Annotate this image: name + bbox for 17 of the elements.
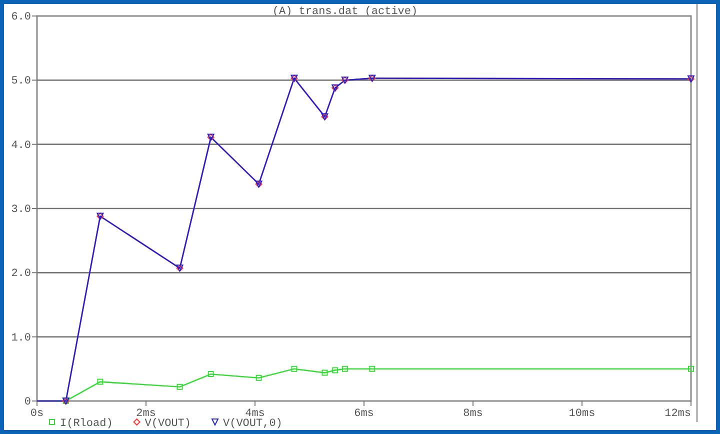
y-tick-label: 1.0: [11, 332, 31, 344]
legend-label: V(VOUT,0): [223, 418, 282, 430]
y-tick-label: 3.0: [11, 204, 31, 216]
x-tick-label: 6ms: [354, 408, 374, 420]
y-tick-label: 2.0: [11, 268, 31, 280]
x-tick-label: 12ms: [664, 408, 691, 420]
x-tick-label: 10ms: [568, 408, 596, 420]
x-tick-label: 4ms: [245, 408, 265, 420]
plot-title: (A) trans.dat (active): [272, 6, 418, 18]
x-tick-label: 8ms: [463, 408, 483, 420]
legend-label: V(VOUT): [144, 418, 192, 430]
y-tick-label: 0: [24, 396, 31, 408]
y-tick-label: 4.0: [11, 140, 31, 152]
legend-label: I(Rload): [60, 418, 113, 430]
y-tick-label: 5.0: [11, 76, 31, 88]
x-tick-label: 0s: [30, 408, 44, 420]
y-tick-label: 6.0: [11, 12, 31, 24]
